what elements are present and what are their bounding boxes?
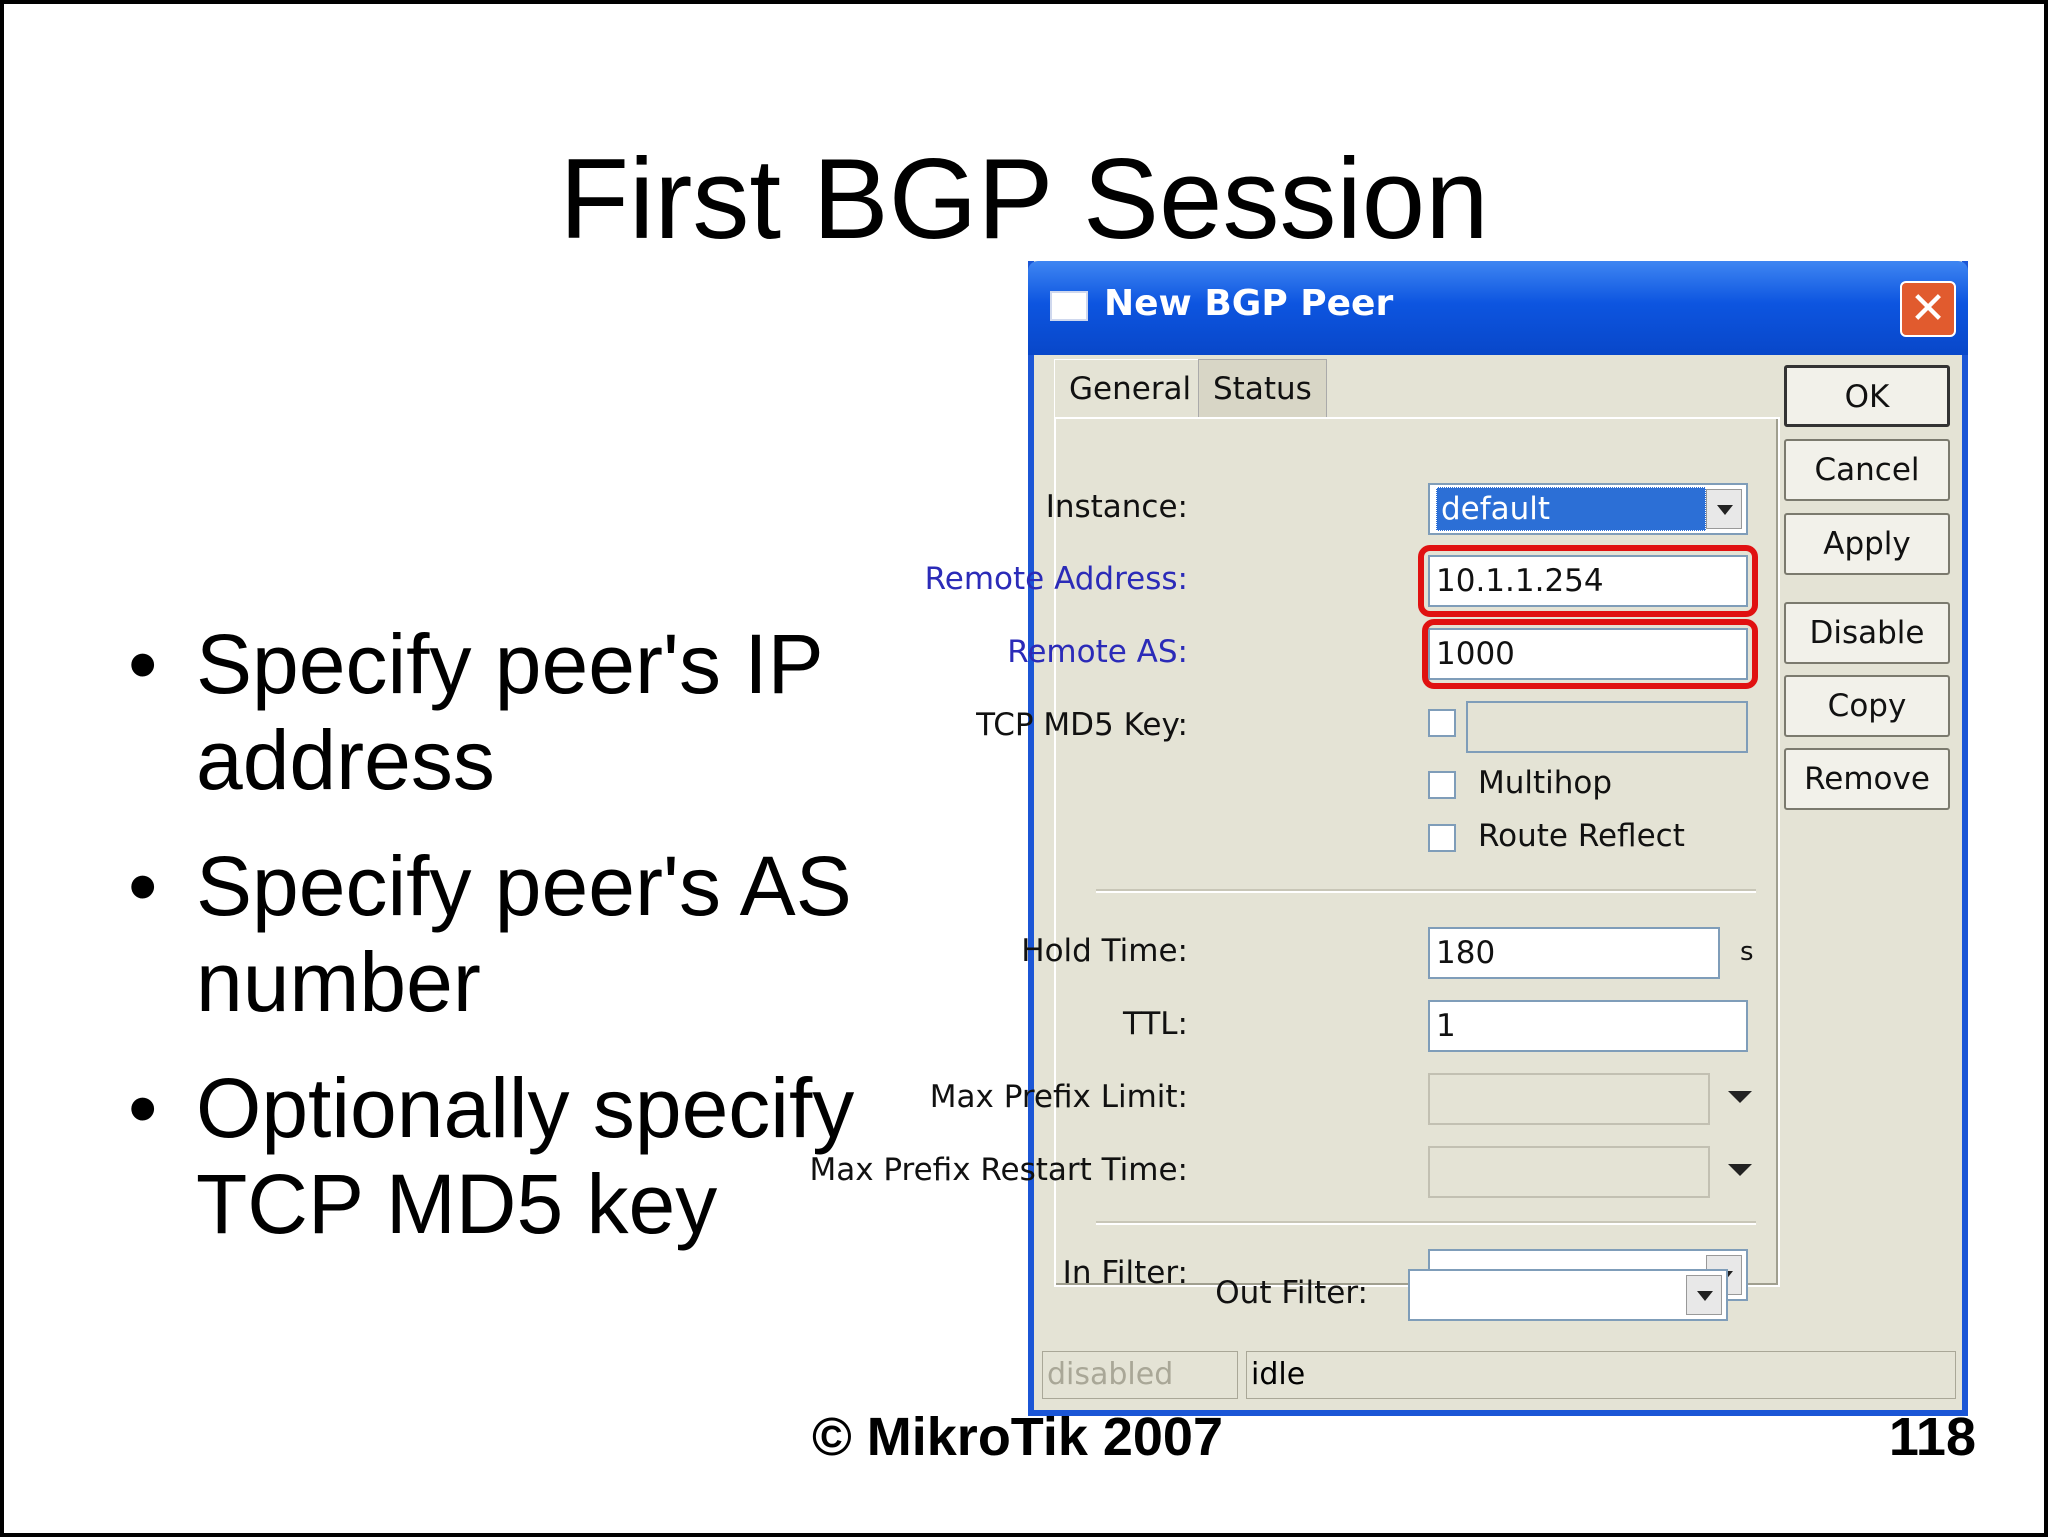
- new-bgp-peer-window: New BGP Peer ✕ General Status Instance: …: [809, 261, 1968, 1416]
- separator: [1096, 889, 1756, 893]
- remote-address-highlight: [1418, 545, 1758, 617]
- bullet-list: Specify peer's IP address Specify peer's…: [124, 616, 884, 1282]
- window-title: New BGP Peer: [1104, 283, 1394, 324]
- out-filter-select[interactable]: [1408, 1269, 1728, 1321]
- remote-address-label: Remote Address:: [924, 561, 1188, 597]
- separator: [1096, 1221, 1756, 1225]
- status-enabled-cell: disabled: [1042, 1351, 1238, 1399]
- max-prefix-limit-input[interactable]: [1428, 1073, 1710, 1125]
- hold-time-unit: s: [1740, 937, 1754, 967]
- slide: First BGP Session Specify peer's IP addr…: [0, 0, 2048, 1537]
- chevron-down-icon[interactable]: [1686, 1275, 1722, 1315]
- ttl-input[interactable]: 1: [1428, 1000, 1748, 1052]
- status-state-cell: idle: [1246, 1351, 1956, 1399]
- bullet-item: Specify peer's AS number: [124, 838, 884, 1030]
- out-filter-label: Out Filter:: [1215, 1275, 1368, 1311]
- disable-button[interactable]: Disable: [1784, 602, 1950, 664]
- max-prefix-restart-time-input[interactable]: [1428, 1146, 1710, 1198]
- bullet-item: Optionally specify TCP MD5 key: [124, 1060, 884, 1252]
- remote-as-label: Remote AS:: [1007, 634, 1188, 670]
- close-button[interactable]: ✕: [1900, 281, 1956, 337]
- max-prefix-limit-label: Max Prefix Limit:: [929, 1079, 1188, 1115]
- route-reflect-checkbox[interactable]: [1428, 824, 1456, 852]
- max-prefix-limit-expand-icon[interactable]: [1724, 1087, 1754, 1107]
- tcp-md5-key-checkbox[interactable]: [1428, 709, 1456, 737]
- tcp-md5-key-label: TCP MD5 Key:: [976, 707, 1188, 743]
- route-reflect-label: Route Reflect: [1478, 818, 1685, 854]
- instance-label: Instance:: [1045, 489, 1188, 525]
- remote-as-highlight: [1422, 619, 1758, 689]
- max-prefix-restart-time-expand-icon[interactable]: [1724, 1160, 1754, 1180]
- status-bar: disabled idle: [1042, 1351, 1960, 1401]
- remove-button[interactable]: Remove: [1784, 748, 1950, 810]
- window-titlebar[interactable]: New BGP Peer ✕: [1028, 261, 1968, 355]
- footer-copyright: © MikroTik 2007: [812, 1407, 1223, 1467]
- bullet-item: Specify peer's IP address: [124, 616, 884, 808]
- apply-button[interactable]: Apply: [1784, 513, 1950, 575]
- slide-title: First BGP Session: [559, 136, 1489, 263]
- hold-time-label: Hold Time:: [1021, 933, 1188, 969]
- in-filter-label: In Filter:: [1062, 1255, 1188, 1291]
- hold-time-input[interactable]: 180: [1428, 927, 1720, 979]
- instance-value: default: [1436, 487, 1706, 531]
- general-panel: Instance: default Remote Address: 10.1.1…: [809, 417, 1780, 1301]
- tab-status[interactable]: Status: [1198, 359, 1327, 417]
- max-prefix-restart-time-label: Max Prefix Restart Time:: [809, 1152, 1188, 1188]
- instance-select[interactable]: default: [1428, 483, 1748, 535]
- chevron-down-icon[interactable]: [1706, 489, 1742, 529]
- window-icon: [1050, 291, 1088, 321]
- copy-button[interactable]: Copy: [1784, 675, 1950, 737]
- close-icon: ✕: [1909, 283, 1947, 334]
- multihop-label: Multihop: [1478, 765, 1613, 801]
- ok-button[interactable]: OK: [1784, 365, 1950, 427]
- tab-general[interactable]: General: [1054, 359, 1207, 417]
- cancel-button[interactable]: Cancel: [1784, 439, 1950, 501]
- tcp-md5-key-input[interactable]: [1466, 701, 1748, 753]
- ttl-label: TTL:: [1122, 1006, 1188, 1042]
- page-number: 118: [1888, 1407, 1976, 1467]
- multihop-checkbox[interactable]: [1428, 771, 1456, 799]
